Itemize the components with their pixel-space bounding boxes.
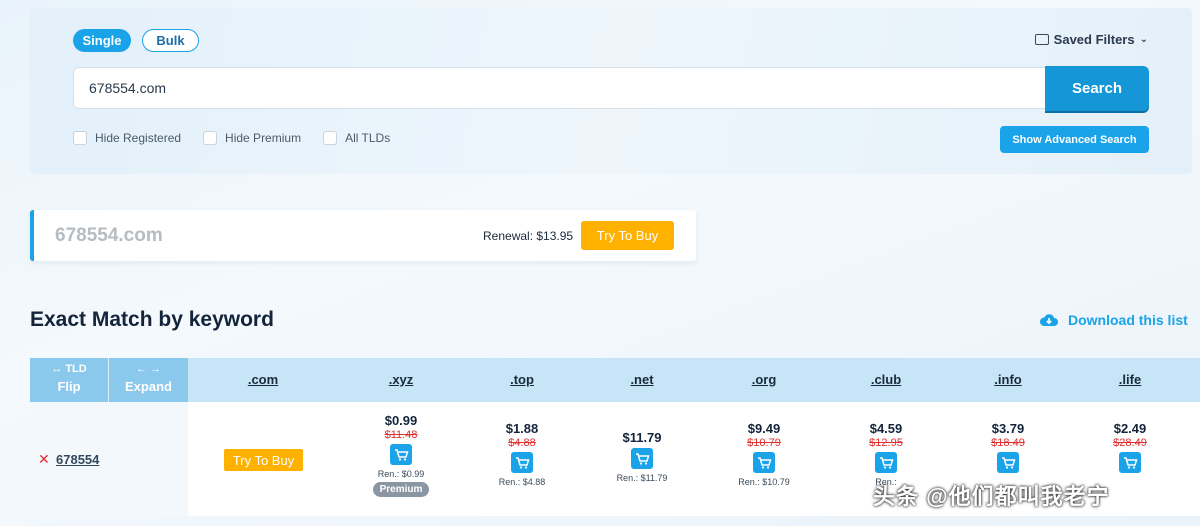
folder-icon xyxy=(1034,34,1049,45)
checkbox-label: All TLDs xyxy=(345,131,391,145)
tld-header-life[interactable]: .life xyxy=(1119,372,1141,387)
expand-button[interactable]: ← → Expand xyxy=(109,358,188,402)
tld-header-info[interactable]: .info xyxy=(994,372,1021,387)
hide-registered-checkbox[interactable]: Hide Registered xyxy=(73,131,181,145)
cloud-download-icon xyxy=(1040,314,1058,326)
filter-checkboxes: Hide Registered Hide Premium All TLDs xyxy=(73,131,412,145)
cart-icon[interactable] xyxy=(631,448,653,469)
domain-tld: .com xyxy=(118,225,163,246)
tld-header-club[interactable]: .club xyxy=(871,372,901,387)
checkbox-label: Hide Premium xyxy=(225,131,302,145)
old-price: $11.48 xyxy=(384,429,418,441)
checkbox-icon xyxy=(203,131,218,145)
price: $3.79 xyxy=(991,421,1025,436)
tld-table-header: ↔ TLD Flip ← → Expand .com .xyz .top .ne… xyxy=(30,358,1200,402)
price: $11.79 xyxy=(622,430,662,445)
domain-base: 678554 xyxy=(55,225,119,246)
price: $4.59 xyxy=(869,421,903,436)
flip-label: Flip xyxy=(57,379,81,394)
close-icon[interactable]: ✕ xyxy=(38,451,50,468)
renewal-price: Ren.: $4.88 xyxy=(498,477,546,487)
saved-filters-label: Saved Filters xyxy=(1053,32,1135,47)
checkbox-icon xyxy=(323,131,338,145)
row-keyword-cell: ✕ 678554 xyxy=(30,402,188,516)
price-cell-info: $3.79 $18.49 xyxy=(958,421,1058,473)
price-cell-xyz: $0.99 $11.48 Ren.: $0.99 Premium xyxy=(351,413,451,497)
price: $1.88 xyxy=(505,421,539,436)
price-cell-org: $9.49 $10.79 Ren.: $10.79 xyxy=(714,421,814,487)
expand-arrows: ← → xyxy=(135,363,162,375)
watermark: 头条 @他们都叫我老宁 xyxy=(873,484,1110,509)
old-price: $12.95 xyxy=(869,437,903,449)
download-label: Download this list xyxy=(1068,312,1188,328)
flip-tld-button[interactable]: ↔ TLD Flip xyxy=(30,358,109,402)
tld-header-com[interactable]: .com xyxy=(248,372,278,387)
checkbox-icon xyxy=(73,131,87,145)
expand-label: Expand xyxy=(125,379,172,394)
old-price: $4.88 xyxy=(508,437,536,449)
old-price: $10.79 xyxy=(747,437,781,449)
bulk-mode-button[interactable]: Bulk xyxy=(142,29,199,52)
price-cell-club: $4.59 $12.95 Ren.: xyxy=(836,421,936,487)
old-price: $28.49 xyxy=(1113,437,1147,449)
premium-badge: Premium xyxy=(372,482,430,497)
price-cell-top: $1.88 $4.88 Ren.: $4.88 xyxy=(472,421,572,487)
cart-icon[interactable] xyxy=(753,452,775,473)
cart-icon[interactable] xyxy=(875,452,897,473)
old-price: $18.49 xyxy=(991,437,1025,449)
cart-icon[interactable] xyxy=(511,452,533,473)
flip-arrows: ↔ TLD xyxy=(51,363,87,375)
try-to-buy-button[interactable]: Try To Buy xyxy=(581,221,674,250)
cart-icon[interactable] xyxy=(1119,452,1141,473)
price: $2.49 xyxy=(1113,421,1147,436)
tld-header-net[interactable]: .net xyxy=(630,372,653,387)
row-keyword[interactable]: 678554 xyxy=(56,452,99,467)
row-try-to-buy-button[interactable]: Try To Buy xyxy=(224,449,303,471)
renewal-price: Ren.: $0.99 xyxy=(377,469,425,479)
hide-premium-checkbox[interactable]: Hide Premium xyxy=(203,131,301,145)
price: $9.49 xyxy=(747,421,781,436)
price: $0.99 xyxy=(384,413,418,428)
section-title: Exact Match by keyword xyxy=(30,308,274,331)
tld-header-xyz[interactable]: .xyz xyxy=(389,372,414,387)
result-domain-name: 678554.com xyxy=(55,225,163,247)
checkbox-label: Hide Registered xyxy=(95,131,182,145)
domain-result-card: 678554.com Renewal: $13.95 Try To Buy xyxy=(30,210,696,261)
tld-header-top[interactable]: .top xyxy=(510,372,534,387)
tld-header-org[interactable]: .org xyxy=(752,372,777,387)
single-mode-button[interactable]: Single xyxy=(73,29,131,52)
domain-search-input[interactable] xyxy=(73,67,1046,109)
chevron-down-icon: ⌄ xyxy=(1139,34,1148,45)
cart-icon[interactable] xyxy=(997,452,1019,473)
search-button[interactable]: Search xyxy=(1045,66,1149,111)
saved-filters-dropdown[interactable]: Saved Filters ⌄ xyxy=(1034,32,1148,47)
cart-icon[interactable] xyxy=(390,444,412,465)
all-tlds-checkbox[interactable]: All TLDs xyxy=(323,131,390,145)
renewal-price: Ren.: $11.79 xyxy=(616,473,668,483)
renewal-price: Renewal: $13.95 xyxy=(483,229,574,243)
search-panel: Single Bulk Saved Filters ⌄ Search Hide … xyxy=(30,8,1192,174)
renewal-price: Ren.: $10.79 xyxy=(738,477,790,487)
price-cell-net: $11.79 Ren.: $11.79 xyxy=(592,430,692,483)
price-cell-life: $2.49 $28.49 xyxy=(1080,421,1180,473)
download-list-link[interactable]: Download this list xyxy=(1040,312,1188,328)
show-advanced-search-button[interactable]: Show Advanced Search xyxy=(1000,126,1149,153)
